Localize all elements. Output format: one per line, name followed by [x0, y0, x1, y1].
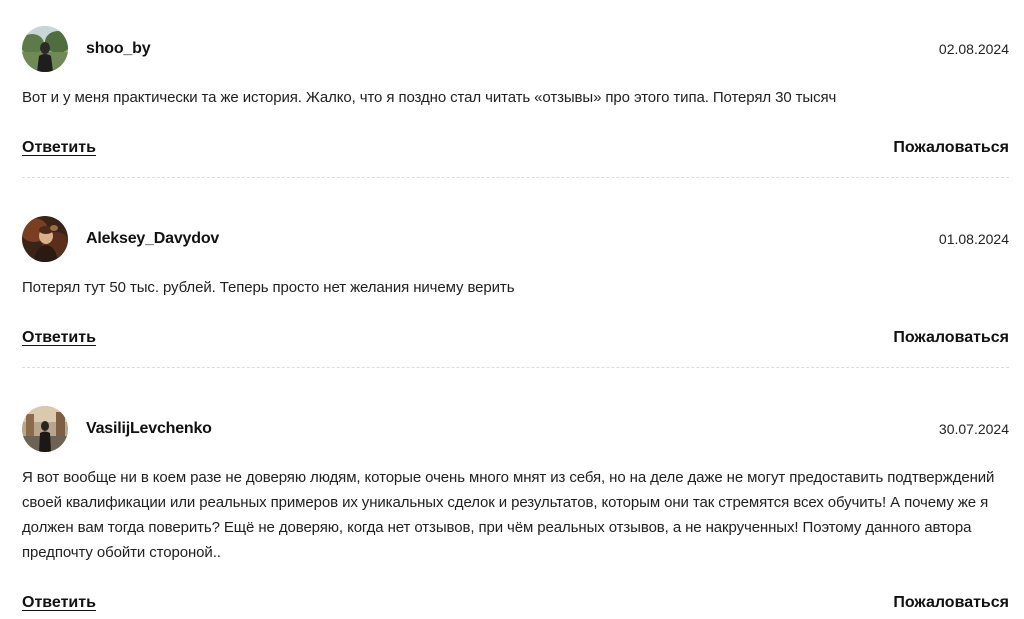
comment-text: Вот и у меня практически та же история. …	[22, 89, 837, 106]
user-avatar[interactable]	[22, 26, 68, 72]
comment: Aleksey_Davydov 01.08.2024 Потерял тут 5…	[22, 216, 1009, 368]
comment-text: Потерял тут 50 тыс. рублей. Теперь прост…	[22, 279, 515, 296]
comment-text: Я вот вообще ни в коем разе не доверяю л…	[22, 469, 995, 561]
comment-header: VasilijLevchenko 30.07.2024	[22, 406, 1009, 452]
report-button[interactable]: Пожаловаться	[893, 594, 1009, 612]
comment: shoo_by 02.08.2024 Вот и у меня практиче…	[22, 26, 1009, 178]
comment-divider	[22, 177, 1009, 178]
comment: VasilijLevchenko 30.07.2024 Я вот вообще…	[22, 406, 1009, 613]
username[interactable]: shoo_by	[86, 40, 151, 58]
user-avatar[interactable]	[22, 406, 68, 452]
comment-date: 30.07.2024	[938, 421, 1009, 437]
comment-actions: Ответить Пожаловаться	[22, 138, 1009, 158]
reply-button[interactable]: Ответить	[22, 139, 96, 157]
avatar-photo-icon	[22, 26, 68, 72]
reply-button[interactable]: Ответить	[22, 594, 96, 612]
comment-list: shoo_by 02.08.2024 Вот и у меня практиче…	[22, 26, 1009, 613]
comment-date: 01.08.2024	[938, 231, 1009, 247]
report-button[interactable]: Пожаловаться	[893, 139, 1009, 157]
comment-actions: Ответить Пожаловаться	[22, 593, 1009, 613]
reply-button[interactable]: Ответить	[22, 329, 96, 347]
username[interactable]: Aleksey_Davydov	[86, 230, 219, 248]
comment-actions: Ответить Пожаловаться	[22, 328, 1009, 348]
report-button[interactable]: Пожаловаться	[893, 329, 1009, 347]
avatar-photo-icon	[22, 216, 68, 262]
username[interactable]: VasilijLevchenko	[86, 420, 212, 438]
user-avatar[interactable]	[22, 216, 68, 262]
avatar-photo-icon	[22, 406, 68, 452]
comment-header: shoo_by 02.08.2024	[22, 26, 1009, 72]
comment-divider	[22, 367, 1009, 368]
comment-header: Aleksey_Davydov 01.08.2024	[22, 216, 1009, 262]
comment-date: 02.08.2024	[938, 41, 1009, 57]
